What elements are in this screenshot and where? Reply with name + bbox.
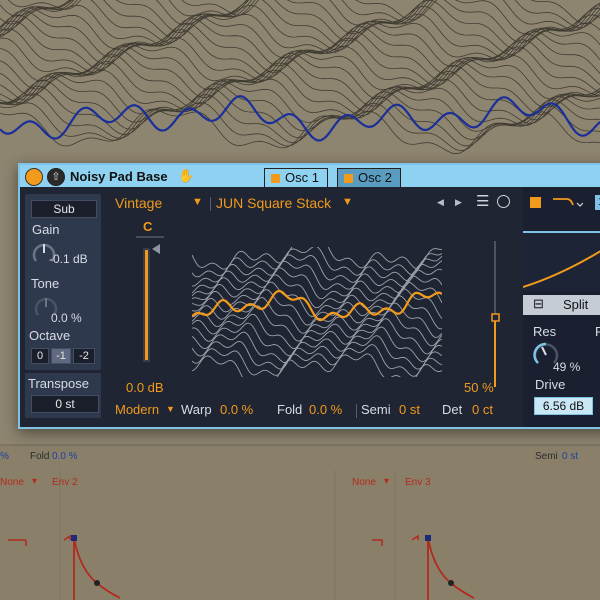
tab-osc-2[interactable]: Osc 2 [337, 168, 401, 187]
fold-label: Fold [277, 402, 303, 417]
transpose-panel: Transpose 0 st [25, 373, 101, 418]
drive-label: Drive [535, 377, 566, 392]
semi-label: Semi [361, 402, 391, 417]
divider [356, 404, 357, 418]
bg-env-3-label: Env 3 [405, 477, 431, 488]
device-titlebar[interactable]: ⇧ Noisy Pad Base ✋ Osc 1 Osc 2 [20, 165, 600, 187]
bg-env-source-1[interactable]: None [0, 477, 24, 488]
bg-fold-value: 0.0 % [52, 451, 78, 462]
oscillator-panel: Vintage ▼ JUN Square Stack ▼ ◀ ▶ ☰ C 0.0… [106, 189, 521, 427]
hand-icon[interactable]: ✋ [178, 168, 194, 184]
gain-label: Gain [32, 222, 60, 237]
filter-type-icon[interactable] [551, 195, 583, 211]
filter-response-display[interactable] [522, 231, 600, 291]
detune-label: Det [442, 402, 463, 417]
octave-label: Octave [29, 328, 71, 343]
mode-select[interactable]: Modern [115, 402, 159, 417]
previous-wavetable-icon[interactable]: ◀ [437, 197, 444, 208]
warp-value[interactable]: 0.0 % [220, 402, 253, 417]
octave-minus-2-button[interactable]: -2 [73, 348, 95, 364]
resonance-label: Res [533, 324, 557, 339]
wavetable-select[interactable]: JUN Square Stack [216, 195, 331, 211]
split-button[interactable]: ⊟ Split [523, 295, 600, 315]
tab-osc-1-label: Osc 1 [285, 170, 319, 185]
sub-toggle-button[interactable]: Sub [31, 200, 97, 218]
filter-enable-icon[interactable] [530, 197, 541, 208]
circle-view-icon[interactable] [497, 195, 510, 208]
bg-env-source-2[interactable]: None [352, 477, 376, 488]
envelope-3-curve [427, 537, 475, 600]
split-label: Split [563, 297, 589, 312]
chevron-down-icon[interactable]: ▼ [342, 196, 353, 208]
device-title: Noisy Pad Base [70, 169, 168, 184]
transpose-label: Transpose [28, 376, 89, 391]
warp-label: Warp [181, 402, 212, 417]
chevron-down-icon[interactable]: ▼ [192, 196, 203, 208]
semi-value[interactable]: 0 st [399, 402, 420, 417]
bg-dropdown-icon: ▾ [384, 476, 390, 487]
bg-fold-label: Fold [30, 451, 50, 462]
osc-1-enable-icon[interactable] [271, 174, 280, 183]
fold-value[interactable]: 0.0 % [309, 402, 342, 417]
list-view-icon[interactable]: ☰ [476, 192, 489, 210]
drive-field[interactable]: 6.56 dB [534, 397, 593, 415]
filter-panel: 1 ⊟ Split Res F 49 % Drive 6.56 dB [522, 187, 600, 427]
power-toggle-icon[interactable] [25, 168, 43, 186]
bg-dropdown-icon: ▾ [32, 476, 38, 487]
transpose-field[interactable]: 0 st [31, 395, 99, 413]
tab-osc-1[interactable]: Osc 1 [264, 168, 328, 187]
position-value: 50 % [464, 380, 494, 395]
divider [210, 197, 211, 211]
category-select[interactable]: Vintage [115, 195, 162, 211]
level-slider[interactable] [136, 235, 166, 365]
wavetable-display[interactable] [192, 247, 442, 377]
bg-semi-value: 0 st [562, 451, 579, 462]
osc-2-enable-icon[interactable] [344, 174, 353, 183]
detune-value[interactable]: 0 ct [472, 402, 493, 417]
upload-icon[interactable]: ⇧ [47, 168, 65, 186]
position-slider[interactable] [489, 239, 503, 389]
tone-value: 0.0 % [51, 311, 82, 325]
octave-0-button[interactable]: 0 [31, 348, 49, 364]
chevron-down-icon[interactable]: ▼ [166, 404, 175, 414]
bg-env-2-label: Env 2 [52, 477, 78, 488]
wavetable-frame-line [192, 318, 442, 357]
sub-oscillator-panel: Sub Gain -0.1 dB Tone 0.0 % Octave 0 -1 … [25, 194, 101, 370]
split-icon: ⊟ [533, 296, 544, 311]
gain-value: -0.1 dB [49, 252, 88, 266]
octave-minus-1-button[interactable]: -1 [51, 348, 71, 364]
envelope-2-curve [73, 537, 121, 600]
bg-semi-label: Semi [535, 451, 558, 462]
resonance-value: 49 % [553, 360, 581, 374]
pan-value: C [143, 219, 153, 234]
wavetable-device: ⇧ Noisy Pad Base ✋ Osc 1 Osc 2 Sub Gain … [18, 163, 600, 429]
bg-warp-value: % [0, 451, 9, 462]
level-value: 0.0 dB [126, 380, 164, 395]
tone-label: Tone [31, 276, 60, 291]
wavetable-frame-line [192, 295, 442, 334]
filter-edge-label: F [595, 324, 600, 339]
next-wavetable-icon[interactable]: ▶ [455, 197, 462, 208]
filter-number-badge[interactable]: 1 [595, 195, 600, 210]
tab-osc-2-label: Osc 2 [358, 170, 392, 185]
